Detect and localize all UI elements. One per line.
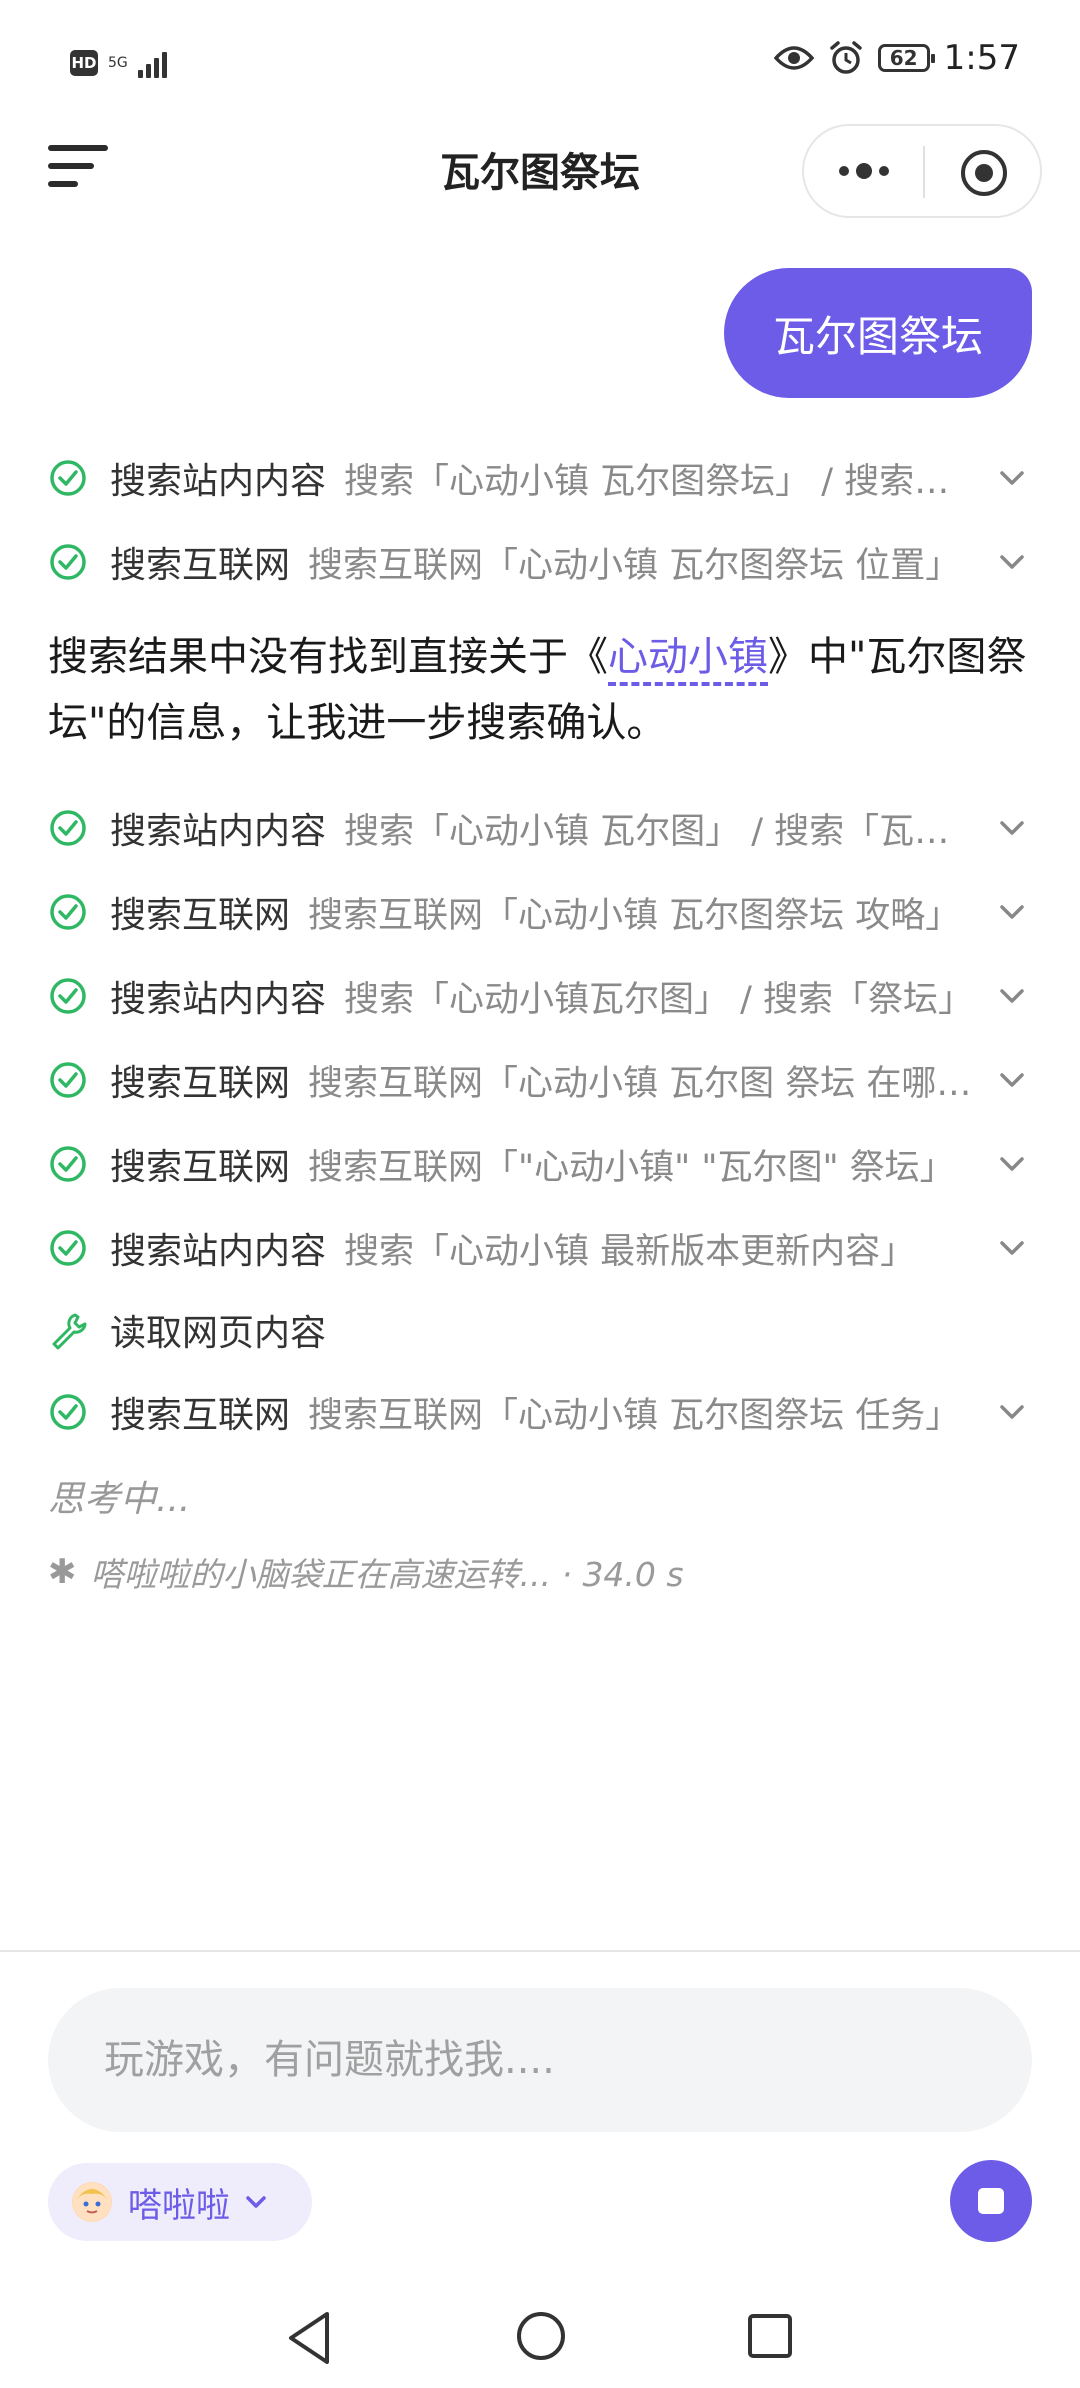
composer-divider: [0, 1950, 1080, 1952]
chevron-down-icon[interactable]: [992, 1060, 1032, 1100]
chevron-down-icon[interactable]: [992, 542, 1032, 582]
step-label: 搜索互联网: [110, 1147, 291, 1188]
step-label: 搜索互联网: [110, 1395, 291, 1436]
chevron-down-icon[interactable]: [992, 808, 1032, 848]
step-row[interactable]: 搜索互联网 搜索互联网「心动小镇 瓦尔图 祭坛 在哪里」: [48, 1050, 1032, 1110]
check-circle-icon: [50, 978, 86, 1014]
step-label: 搜索互联网: [110, 1063, 291, 1104]
signal-icon: [137, 48, 167, 78]
check-circle-icon: [50, 1062, 86, 1098]
user-message-bubble: 瓦尔图祭坛: [724, 268, 1032, 398]
step-detail: 搜索互联网「心动小镇 瓦尔图 祭坛 在哪里」: [308, 1063, 974, 1104]
step-detail: 搜索「心动小镇 最新版本更新内容」: [344, 1231, 916, 1272]
check-circle-icon: [50, 544, 86, 580]
chevron-down-icon[interactable]: [992, 976, 1032, 1016]
recents-icon[interactable]: [746, 2312, 794, 2360]
game-link[interactable]: 心动小镇: [608, 634, 768, 680]
agent-selector[interactable]: 嗒啦啦: [48, 2163, 312, 2241]
step-row[interactable]: 搜索站内内容 搜索「心动小镇瓦尔图」 / 搜索「祭坛」: [48, 966, 1032, 1026]
battery-indicator: 62: [877, 44, 935, 72]
check-circle-icon: [50, 894, 86, 930]
agent-name: 嗒啦啦: [128, 2185, 230, 2226]
step-row[interactable]: 搜索互联网 搜索互联网「心动小镇 瓦尔图祭坛 攻略」: [48, 882, 1032, 942]
check-circle-icon: [50, 1146, 86, 1182]
step-label: 搜索互联网: [110, 545, 291, 586]
back-icon[interactable]: [285, 2310, 335, 2366]
chevron-down-icon: [246, 2196, 266, 2208]
step-row[interactable]: 搜索站内内容 搜索「心动小镇 最新版本更新内容」: [48, 1218, 1032, 1278]
hd-badge: HD: [70, 50, 98, 76]
step-row[interactable]: 搜索站内内容 搜索「心动小镇 瓦尔图」 / 搜索「瓦尔图」: [48, 798, 1032, 858]
assistant-message: 搜索结果中没有找到直接关于《心动小镇》中"瓦尔图祭坛"的信息，让我进一步搜索确认…: [48, 634, 1027, 746]
step-detail: 搜索互联网「心动小镇 瓦尔图祭坛 位置」: [308, 545, 961, 586]
step-row[interactable]: 搜索互联网 搜索互联网「"心动小镇" "瓦尔图" 祭坛」: [48, 1134, 1032, 1194]
check-circle-icon: [50, 810, 86, 846]
step-detail: 搜索「心动小镇瓦尔图」 / 搜索「祭坛」: [344, 979, 974, 1020]
home-icon[interactable]: [515, 2310, 567, 2362]
more-dots-icon: [839, 163, 889, 179]
target-icon: [961, 150, 1007, 196]
wrench-icon: [52, 1313, 87, 1350]
mini-program-capsule: [802, 124, 1042, 218]
step-label: 搜索站内内容: [110, 811, 327, 852]
asterisk-icon: ✱: [48, 1552, 77, 1592]
capsule-divider: [923, 146, 925, 198]
chevron-down-icon[interactable]: [992, 1228, 1032, 1268]
check-circle-icon: [50, 1394, 86, 1430]
step-detail: 搜索「心动小镇 瓦尔图」 / 搜索「瓦尔图」: [344, 811, 974, 852]
status-left: HD 5G: [70, 48, 167, 78]
system-navigation-bar: [0, 2290, 1080, 2388]
status-bar: HD 5G 62 1:57: [0, 0, 1080, 130]
processing-status: ✱ 嗒啦啦的小脑袋正在高速运转... · 34.0 s: [48, 1552, 684, 1594]
step-label: 搜索站内内容: [110, 1231, 327, 1272]
chevron-down-icon[interactable]: [992, 1392, 1032, 1432]
step-row[interactable]: 搜索互联网 搜索互联网「心动小镇 瓦尔图祭坛 任务」: [48, 1382, 1032, 1442]
step-label: 读取网页内容: [110, 1313, 327, 1354]
step-row[interactable]: 搜索互联网 搜索互联网「心动小镇 瓦尔图祭坛 位置」: [48, 532, 1032, 592]
chevron-down-icon[interactable]: [992, 892, 1032, 932]
step-detail: 搜索「心动小镇 瓦尔图祭坛」 / 搜索「瓦尔图祭坛」: [344, 461, 974, 502]
stop-icon: [978, 2188, 1004, 2214]
stop-generation-button[interactable]: [950, 2160, 1032, 2242]
more-options-button[interactable]: [834, 156, 894, 186]
close-miniprogram-button[interactable]: [959, 148, 1009, 202]
step-detail: 搜索互联网「心动小镇 瓦尔图祭坛 任务」: [308, 1395, 961, 1436]
network-type: 5G: [108, 55, 128, 71]
message-input-box[interactable]: [48, 1988, 1032, 2132]
step-label: 搜索站内内容: [110, 461, 327, 502]
check-circle-icon: [50, 1230, 86, 1266]
message-input[interactable]: [102, 2036, 986, 2084]
check-circle-icon: [50, 460, 86, 496]
clock: 1:57: [943, 38, 1020, 78]
chevron-down-icon[interactable]: [992, 1144, 1032, 1184]
step-detail: 搜索互联网「"心动小镇" "瓦尔图" 祭坛」: [308, 1147, 955, 1188]
step-row: 读取网页内容: [48, 1300, 1032, 1360]
step-label: 搜索站内内容: [110, 979, 327, 1020]
alarm-icon: [829, 41, 862, 74]
thinking-indicator: 思考中...: [48, 1479, 191, 1520]
agent-avatar: [72, 2182, 112, 2222]
step-label: 搜索互联网: [110, 895, 291, 936]
chevron-down-icon[interactable]: [992, 458, 1032, 498]
status-right: 62 1:57: [773, 38, 1020, 78]
eye-icon: [773, 46, 814, 70]
step-detail: 搜索互联网「心动小镇 瓦尔图祭坛 攻略」: [308, 895, 961, 936]
step-row[interactable]: 搜索站内内容 搜索「心动小镇 瓦尔图祭坛」 / 搜索「瓦尔图祭坛」: [48, 448, 1032, 508]
